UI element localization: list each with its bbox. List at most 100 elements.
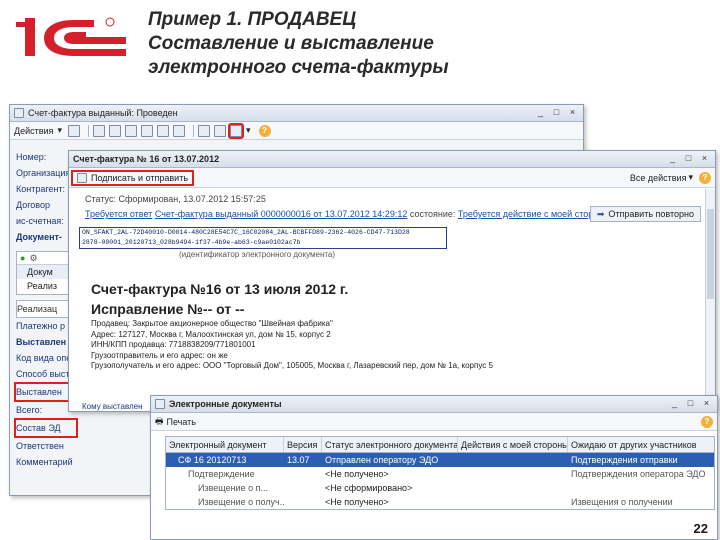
add-row-icon[interactable]: ●	[20, 253, 25, 263]
save-icon[interactable]	[108, 124, 121, 137]
resend-icon: ➡	[596, 208, 605, 219]
cell-action	[458, 495, 568, 509]
label-number: Номер:	[16, 152, 47, 162]
sign-icon	[77, 172, 87, 183]
label-comment: Комментарий	[16, 457, 73, 467]
label-responsible: Ответствен	[16, 441, 64, 451]
help-icon[interactable]: ?	[258, 124, 271, 137]
help-icon[interactable]: ?	[701, 415, 713, 428]
recipient-label: Кому выставлен	[82, 402, 143, 411]
col-status[interactable]: Статус электронного документа	[322, 437, 458, 452]
label-realization: Реализац	[16, 300, 76, 318]
chevron-down-icon[interactable]: ▾	[57, 125, 62, 136]
label-contract: Договор	[16, 200, 50, 210]
cell-wait: Извещения о получении	[571, 497, 673, 507]
close-icon[interactable]: ×	[700, 398, 713, 410]
label-ed-composition[interactable]: Состав ЭД	[14, 418, 78, 438]
doc-id-line-2: 2878-00001_20120713_028b9494-1f37-4b9e-a…	[82, 239, 301, 246]
table-row[interactable]: Извещение о получ... <Не получено> Извещ…	[166, 495, 714, 509]
col-waiting[interactable]: Ожидаю от других участников	[568, 437, 714, 452]
maximize-icon[interactable]: □	[682, 153, 695, 165]
minimize-icon[interactable]: _	[668, 398, 681, 410]
grid-row[interactable]: Реализ	[17, 279, 75, 293]
print-button[interactable]: 🖶 Печать	[155, 414, 196, 430]
maximize-icon[interactable]: □	[550, 107, 563, 119]
sign-and-send-button[interactable]: Подписать и отправить	[70, 169, 195, 186]
chevron-down-icon[interactable]: ▾	[246, 125, 251, 136]
col-doc[interactable]: Электронный документ	[166, 437, 284, 452]
edocs-title: Электронные документы	[169, 399, 282, 409]
minimize-icon[interactable]: _	[666, 153, 679, 165]
help-icon[interactable]: ?	[699, 171, 711, 184]
resend-button[interactable]: ➡ Отправить повторно	[589, 206, 701, 222]
edo-icon[interactable]	[227, 122, 244, 139]
cell-action	[458, 453, 568, 467]
list-icon[interactable]	[197, 124, 210, 137]
state-link[interactable]: Требуется действие с моей стороны	[458, 209, 605, 219]
status-line: Статус: Сформирован, 13.07.2012 15:57:25	[85, 194, 266, 204]
grid-header: Докум	[17, 265, 75, 279]
close-icon[interactable]: ×	[566, 107, 579, 119]
invoice-form-titlebar[interactable]: Счет-фактура выданный: Проведен _ □ ×	[10, 105, 583, 122]
print-icon: 🖶	[155, 415, 164, 426]
minimize-icon[interactable]: _	[534, 107, 547, 119]
einvoice-window[interactable]: Счет-фактура № 16 от 13.07.2012 _ □ × По…	[68, 150, 716, 412]
scrollbar[interactable]	[705, 189, 715, 411]
maximize-icon[interactable]: □	[684, 398, 697, 410]
edocs-titlebar[interactable]: Электронные документы _ □ ×	[151, 396, 717, 413]
request-line: Требуется ответ Счет-фактура выданный 00…	[85, 209, 605, 219]
einvoice-title: Счет-фактура № 16 от 13.07.2012	[73, 154, 220, 164]
consignee: Грузополучатель и его адрес: ООО "Торгов…	[91, 361, 493, 370]
add-icon[interactable]	[67, 124, 80, 137]
doc-heading-2: Исправление №-- от --	[91, 301, 245, 317]
sign-and-send-label: Подписать и отправить	[91, 172, 189, 183]
structure-icon[interactable]	[156, 124, 169, 137]
label-issued: Выставлен	[16, 337, 67, 347]
label-issue-method: Способ выст	[16, 369, 70, 379]
label-issued-checkbox[interactable]: Выставлен	[14, 382, 78, 402]
print-icon[interactable]	[172, 124, 185, 137]
label-organization: Организация:	[16, 168, 73, 178]
doc-id-caption: (идентификатор электронного документа)	[179, 250, 336, 259]
table-row[interactable]: Извещение о п... <Не сформировано>	[166, 481, 714, 495]
col-my-actions[interactable]: Действия с моей стороны	[458, 437, 568, 452]
cell-doc: СФ 16 20120713	[178, 455, 247, 465]
cell-action	[458, 481, 568, 495]
label-contractor: Контрагент:	[16, 184, 66, 194]
einvoice-titlebar[interactable]: Счет-фактура № 16 от 13.07.2012 _ □ ×	[69, 151, 715, 168]
grid-tool-icon[interactable]: ⚙	[29, 253, 37, 264]
close-icon[interactable]: ×	[698, 153, 711, 165]
edocs-window[interactable]: Электронные документы _ □ × 🖶 Печать ? Э…	[150, 395, 718, 540]
cell-status: Отправлен оператору ЭДО	[325, 455, 439, 465]
copy-icon[interactable]	[124, 124, 137, 137]
seller: Продавец: Закрытое акционерное общество …	[91, 319, 333, 328]
post-icon[interactable]	[92, 124, 105, 137]
shipper: Грузоотправитель и его адрес: он же	[91, 350, 228, 360]
einvoice-toolbar: Подписать и отправить Все действия ▾ ?	[69, 168, 715, 188]
doc-id-line-1: ON_SFAKT_2AL-72D40010-D0014-480C28E54C7C…	[82, 229, 410, 236]
table-row[interactable]: Подтверждение <Не получено> Подтверждени…	[166, 467, 714, 481]
request-link[interactable]: Счет-фактура выданный 0000000016 от 13.0…	[155, 209, 408, 219]
cell-version: 13.07	[287, 455, 310, 465]
cell-version	[284, 495, 322, 509]
refresh-icon[interactable]	[140, 124, 153, 137]
label-total: Всего:	[16, 405, 43, 415]
all-actions-menu[interactable]: Все действия	[630, 173, 687, 183]
edocs-header: Электронный документ Версия Статус элект…	[166, 437, 714, 453]
actions-menu[interactable]: Действия	[14, 126, 53, 136]
cell-version	[284, 467, 322, 481]
cell-wait: Подтверждения отправки	[571, 455, 678, 465]
cell-status: <Не получено>	[325, 497, 389, 507]
edocs-icon	[155, 399, 165, 409]
1c-logo	[16, 17, 126, 56]
cell-wait: Подтверждения оператора ЭДО	[571, 469, 706, 479]
cell-wait	[568, 481, 714, 495]
chevron-down-icon[interactable]: ▾	[688, 172, 693, 183]
table-row[interactable]: СФ 16 20120713 13.07 Отправлен оператору…	[166, 453, 714, 467]
col-version[interactable]: Версия	[284, 437, 322, 452]
cell-status: <Не получено>	[325, 469, 389, 479]
label-source: ис-счетная:	[16, 216, 64, 226]
document-icon	[14, 108, 24, 118]
tree-icon[interactable]	[213, 124, 226, 137]
doc-details: Продавец: Закрытое акционерное общество …	[91, 319, 691, 372]
